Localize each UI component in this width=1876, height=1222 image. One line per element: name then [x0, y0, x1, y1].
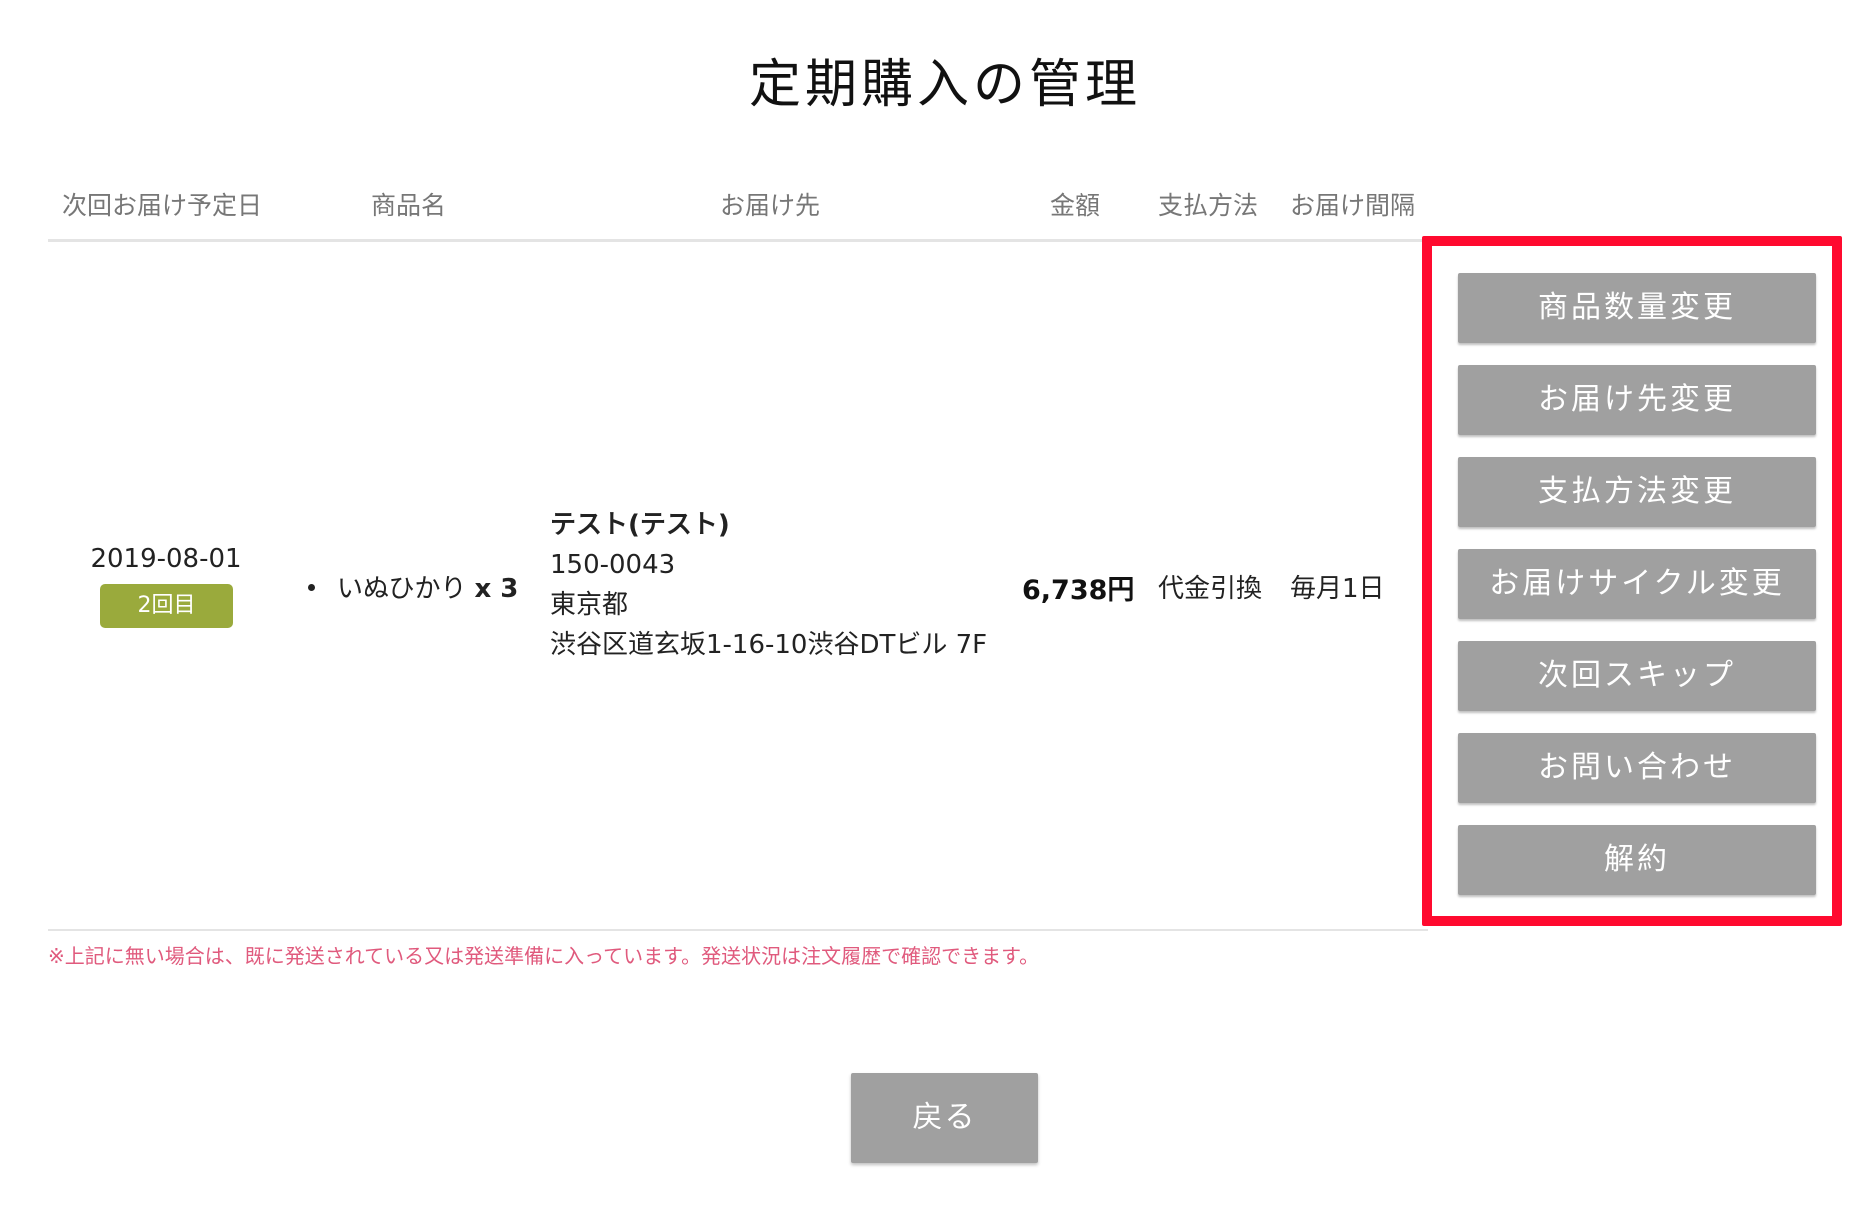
delivery-address: テスト(テスト) 150-0043 東京都 渋谷区道玄坂1-16-10渋谷DTビ…	[550, 505, 987, 665]
change-quantity-button[interactable]: 商品数量変更	[1458, 273, 1816, 343]
payment-method-value: 代金引換	[1158, 574, 1263, 604]
header-product: 商品名	[371, 191, 447, 220]
address-street: 渋谷区道玄坂1-16-10渋谷DTビル 7F	[550, 630, 988, 660]
change-payment-button[interactable]: 支払方法変更	[1458, 457, 1816, 527]
header-destination: お届け先	[720, 191, 821, 220]
header-payment: 支払方法	[1158, 191, 1259, 220]
header-divider	[48, 239, 1428, 242]
contact-button[interactable]: お問い合わせ	[1458, 733, 1816, 803]
back-button[interactable]: 戻る	[851, 1073, 1038, 1163]
header-next-delivery: 次回お届け予定日	[62, 191, 263, 220]
address-name: テスト(テスト)	[550, 510, 730, 540]
product-item: いぬひかり x 3	[308, 568, 518, 605]
table-bottom-divider	[48, 929, 1428, 931]
next-delivery-date: 2019-08-01	[90, 544, 242, 574]
amount-value: 6,738円	[1022, 575, 1135, 606]
product-quantity: x 3	[474, 574, 519, 604]
delivery-interval-value: 毎月1日	[1290, 574, 1385, 604]
delivery-count-badge: 2回目	[100, 584, 233, 628]
product-name: いぬひかり	[337, 574, 467, 604]
skip-next-button[interactable]: 次回スキップ	[1458, 641, 1816, 711]
header-interval: お届け間隔	[1290, 191, 1416, 220]
address-postal-code: 150-0043	[550, 550, 676, 580]
cancel-subscription-button[interactable]: 解約	[1458, 825, 1816, 895]
change-destination-button[interactable]: お届け先変更	[1458, 365, 1816, 435]
bullet-icon	[308, 584, 315, 591]
address-prefecture: 東京都	[550, 590, 629, 620]
change-cycle-button[interactable]: お届けサイクル変更	[1458, 549, 1816, 619]
page-title: 定期購入の管理	[748, 55, 1141, 115]
header-amount: 金額	[1050, 191, 1101, 220]
shipping-note: ※上記に無い場合は、既に発送されている又は発送準備に入っています。発送状況は注文…	[48, 944, 1040, 968]
subscription-management-page: 定期購入の管理 次回お届け予定日 商品名 お届け先 金額 支払方法 お届け間隔 …	[0, 0, 1876, 1222]
